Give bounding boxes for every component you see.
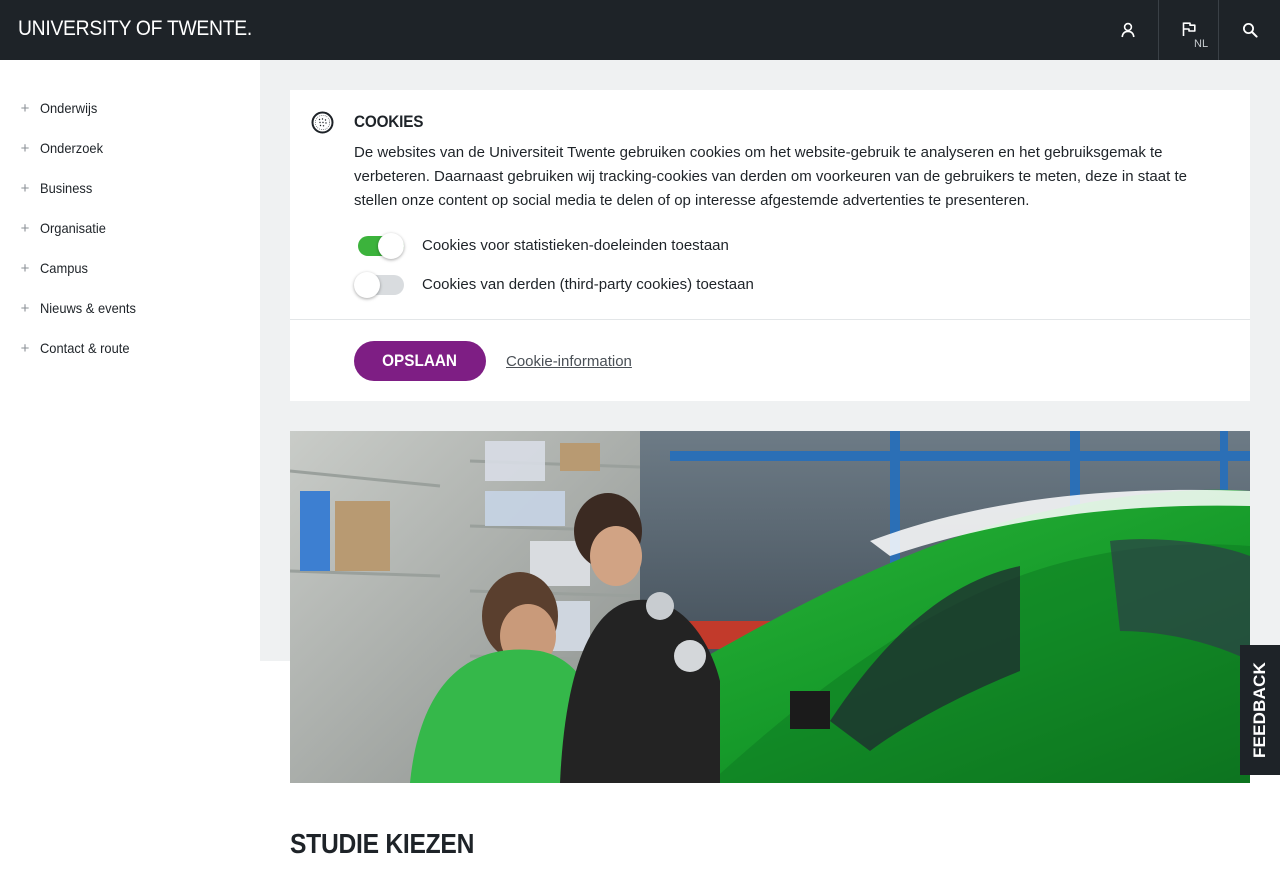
save-button[interactable]: OPSLAAN <box>354 341 486 381</box>
cookie-information-link[interactable]: Cookie-information <box>506 353 632 370</box>
nav-list: + Onderwijs + Onderzoek + Business + Org… <box>0 88 260 368</box>
plus-icon: + <box>20 299 30 317</box>
section-title: STUDIE KIEZEN <box>290 828 475 859</box>
sidebar-item-label: Campus <box>40 260 88 276</box>
feedback-tab[interactable]: FEEDBACK <box>1240 645 1280 775</box>
divider <box>290 319 1250 320</box>
top-header: UNIVERSITY OF TWENTE. NL <box>0 0 1280 60</box>
account-button[interactable] <box>1097 0 1158 60</box>
cookie-consent-panel: COOKIES De websites van de Universiteit … <box>290 90 1250 401</box>
third-party-cookies-toggle[interactable] <box>354 270 406 298</box>
plus-icon: + <box>20 219 30 237</box>
sidebar-nav: + Onderwijs + Onderzoek + Business + Org… <box>0 60 260 887</box>
plus-icon: + <box>20 99 30 117</box>
sidebar-item-business[interactable]: + Business <box>0 168 260 208</box>
sidebar-item-nieuws-events[interactable]: + Nieuws & events <box>0 288 260 328</box>
plus-icon: + <box>20 139 30 157</box>
toggle-knob <box>378 233 404 259</box>
toggle-row-statistics: Cookies voor statistieken-doeleinden toe… <box>354 231 729 259</box>
sidebar-item-label: Organisatie <box>40 220 106 236</box>
cookie-icon <box>311 111 334 134</box>
third-party-cookies-label: Cookies van derden (third-party cookies)… <box>422 275 754 293</box>
toggle-row-third-party: Cookies van derden (third-party cookies)… <box>354 270 754 298</box>
toggle-knob <box>354 272 380 298</box>
plus-icon: + <box>20 179 30 197</box>
hero-illustration <box>290 431 1250 783</box>
cookie-description: De websites van de Universiteit Twente g… <box>354 144 1187 209</box>
sidebar-item-label: Onderwijs <box>40 100 98 116</box>
university-logo[interactable]: UNIVERSITY OF TWENTE. <box>18 17 252 41</box>
user-icon <box>1120 22 1135 38</box>
sidebar-item-organisatie[interactable]: + Organisatie <box>0 208 260 248</box>
hero-image <box>290 431 1250 783</box>
plus-icon: + <box>20 259 30 277</box>
statistics-cookies-label: Cookies voor statistieken-doeleinden toe… <box>422 236 729 254</box>
sidebar-item-onderwijs[interactable]: + Onderwijs <box>0 88 260 128</box>
sidebar-item-label: Contact & route <box>40 340 130 356</box>
search-icon <box>1242 23 1258 38</box>
sidebar-item-onderzoek[interactable]: + Onderzoek <box>0 128 260 168</box>
statistics-cookies-toggle[interactable] <box>354 231 406 259</box>
sidebar-item-label: Onderzoek <box>40 140 104 156</box>
sidebar-item-label: Nieuws & events <box>40 300 136 316</box>
feedback-label: FEEDBACK <box>1250 661 1270 759</box>
cookie-panel-title: COOKIES <box>354 112 424 131</box>
sidebar-item-campus[interactable]: + Campus <box>0 248 260 288</box>
sidebar-item-contact-route[interactable]: + Contact & route <box>0 328 260 368</box>
language-switch-button[interactable]: NL <box>1158 0 1219 60</box>
save-button-label: OPSLAAN <box>382 351 458 370</box>
language-code: NL <box>1194 38 1209 50</box>
plus-icon: + <box>20 339 30 357</box>
search-button[interactable] <box>1219 0 1280 60</box>
sidebar-item-label: Business <box>40 180 93 196</box>
flag-icon <box>1182 22 1196 36</box>
